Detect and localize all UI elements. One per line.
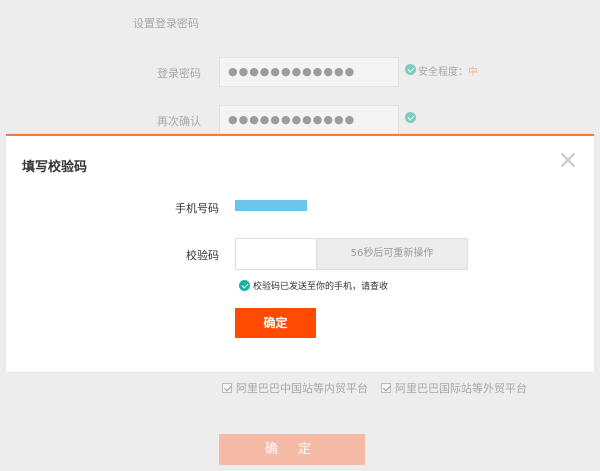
resend-code-button[interactable]: 56秒后可重新操作 — [317, 238, 468, 270]
section-title: 设置登录密码 — [133, 17, 199, 30]
strength-level: 中 — [468, 67, 478, 78]
phone-number-masked — [235, 200, 307, 211]
check-circle-icon — [405, 112, 416, 123]
check-circle-icon — [239, 280, 250, 291]
verification-code-input[interactable] — [235, 238, 317, 270]
agreement-domestic[interactable]: 阿里巴巴中国站等内贸平台 — [222, 380, 368, 396]
agreement-international[interactable]: 阿里巴巴国际站等外贸平台 — [381, 380, 527, 396]
password-input[interactable]: ●●●●●●●●●●●● — [219, 57, 399, 87]
phone-label: 手机号码 — [175, 202, 219, 215]
dialog-title: 填写校验码 — [22, 160, 88, 175]
strength-label: 安全程度： — [418, 67, 468, 78]
confirm-password-input[interactable]: ●●●●●●●●●●●● — [219, 105, 399, 135]
confirm-button[interactable]: 确定 — [235, 308, 316, 338]
submit-button[interactable]: 确 定 — [219, 434, 365, 465]
code-sent-text: 校验码已发送至你的手机，请查收 — [253, 282, 389, 292]
checkbox-icon[interactable] — [381, 383, 391, 393]
close-icon[interactable] — [560, 152, 576, 168]
password-label: 登录密码 — [157, 67, 201, 80]
verification-code-dialog: 填写校验码 手机号码 校验码 56秒后可重新操作 校验码已发送至你的手机，请查收… — [6, 134, 594, 372]
check-circle-icon — [405, 64, 416, 75]
password-strength: 安全程度：中 — [418, 63, 478, 78]
checkbox-icon[interactable] — [222, 383, 232, 393]
agreement-international-label: 阿里巴巴国际站等外贸平台 — [395, 382, 527, 395]
confirm-password-label: 再次确认 — [157, 115, 201, 128]
code-sent-message: 校验码已发送至你的手机，请查收 — [239, 279, 388, 292]
agreement-domestic-label: 阿里巴巴中国站等内贸平台 — [236, 382, 368, 395]
code-label: 校验码 — [186, 249, 219, 262]
